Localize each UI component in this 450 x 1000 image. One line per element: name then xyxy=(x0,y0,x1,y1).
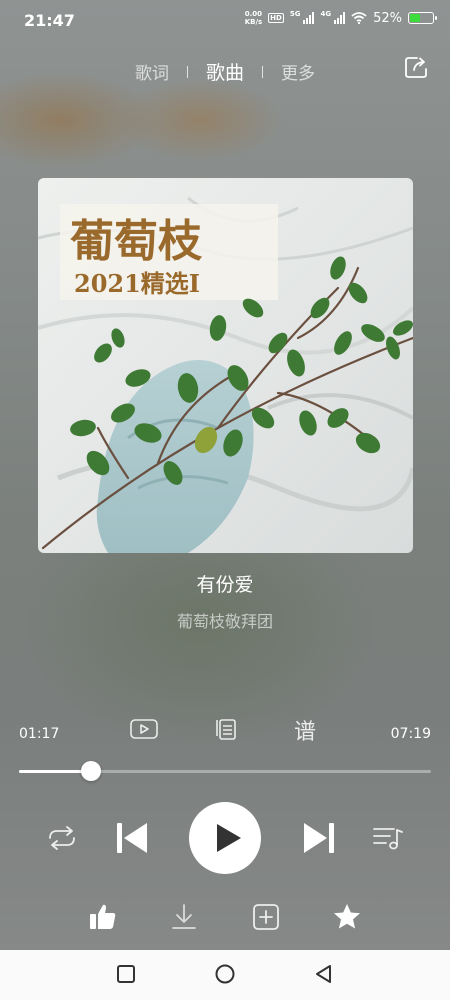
network-speed: 0.00 KB/s xyxy=(244,10,263,26)
battery-level-fill xyxy=(410,14,421,22)
tab-more[interactable]: 更多 xyxy=(281,59,315,84)
tab-divider xyxy=(262,65,263,78)
album-cover[interactable]: 葡萄枝 2021精选Ⅰ xyxy=(38,178,413,553)
recents-square-icon[interactable] xyxy=(116,964,136,984)
add-icon[interactable] xyxy=(252,903,280,931)
artist-name[interactable]: 葡萄枝敬拜团 xyxy=(0,608,450,632)
tab-lyrics[interactable]: 歌词 xyxy=(135,59,169,84)
sim1-network-label: 5G xyxy=(289,10,301,18)
album-artwork: 葡萄枝 2021精选Ⅰ xyxy=(38,178,413,553)
playlist-icon[interactable] xyxy=(372,824,404,852)
previous-icon[interactable] xyxy=(115,820,149,856)
wifi-icon xyxy=(351,12,367,24)
mv-icon[interactable] xyxy=(129,717,159,741)
back-triangle-icon[interactable] xyxy=(314,964,334,984)
album-art-title: 葡萄枝 xyxy=(70,216,203,267)
tab-song[interactable]: 歌曲 xyxy=(206,58,244,85)
progress-slider[interactable] xyxy=(19,761,431,781)
sheet-music-button[interactable]: 谱 xyxy=(294,714,316,746)
play-icon xyxy=(217,824,241,852)
repeat-icon[interactable] xyxy=(46,824,78,852)
download-icon[interactable] xyxy=(170,902,198,932)
system-nav-bar xyxy=(0,950,450,1000)
play-button[interactable] xyxy=(189,802,261,874)
favorite-star-icon[interactable] xyxy=(332,902,362,932)
share-icon[interactable] xyxy=(404,55,430,79)
sim2-signal-icon xyxy=(334,12,346,24)
sim1-signal-icon xyxy=(303,12,315,24)
current-time: 01:17 xyxy=(19,726,60,742)
clock: 21:47 xyxy=(24,11,75,30)
total-time: 07:19 xyxy=(390,726,431,742)
header-tabs: 歌词 歌曲 更多 xyxy=(0,58,450,85)
home-circle-icon[interactable] xyxy=(214,964,236,986)
copy-icon[interactable] xyxy=(212,716,238,742)
hd-voice-badge: HD xyxy=(268,13,284,23)
like-icon[interactable] xyxy=(88,902,118,932)
status-bar: 21:47 0.00 KB/s HD 5G 4G 52% xyxy=(0,0,450,44)
sim2-network-label: 4G xyxy=(320,10,332,18)
song-title: 有份爱 xyxy=(196,574,254,596)
next-icon[interactable] xyxy=(302,820,336,856)
album-art-subtitle: 2021精选Ⅰ xyxy=(74,269,200,298)
battery-percent: 52% xyxy=(373,10,402,26)
battery-icon xyxy=(408,12,437,24)
tab-divider xyxy=(186,65,188,78)
